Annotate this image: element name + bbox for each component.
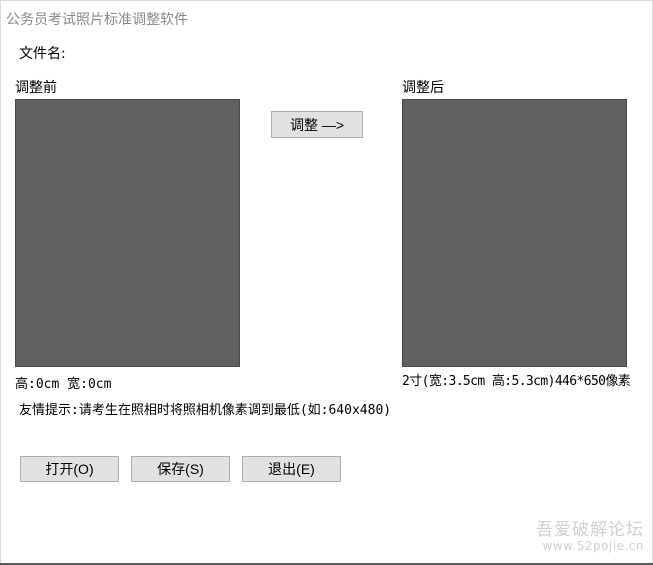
after-size-text: 2寸(宽:3.5cm 高:5.3cm)446*650像素 bbox=[402, 374, 631, 389]
watermark-url: www.52pojie.cn bbox=[542, 539, 644, 554]
app-window: 公务员考试照片标准调整软件 文件名: 调整前 高:0cm 宽:0cm 调整 —>… bbox=[0, 0, 653, 565]
adjust-button[interactable]: 调整 —> bbox=[271, 111, 363, 138]
file-name-label: 文件名: bbox=[19, 46, 66, 62]
tip-text: 友情提示:请考生在照相时将照相机像素调到最低(如:640x480) bbox=[19, 403, 392, 418]
watermark: 吾爱破解论坛 www.52pojie.cn bbox=[536, 519, 644, 554]
open-button[interactable]: 打开(O) bbox=[20, 456, 119, 482]
watermark-title: 吾爱破解论坛 bbox=[536, 519, 644, 540]
save-button[interactable]: 保存(S) bbox=[131, 456, 230, 482]
before-label: 调整前 bbox=[15, 80, 57, 96]
before-photo-area bbox=[15, 99, 240, 367]
after-photo-area bbox=[402, 99, 627, 367]
before-size-text: 高:0cm 宽:0cm bbox=[15, 377, 112, 392]
window-title: 公务员考试照片标准调整软件 bbox=[6, 12, 188, 28]
title-bar: 公务员考试照片标准调整软件 bbox=[1, 1, 652, 33]
after-label: 调整后 bbox=[402, 80, 444, 96]
exit-button[interactable]: 退出(E) bbox=[242, 456, 341, 482]
